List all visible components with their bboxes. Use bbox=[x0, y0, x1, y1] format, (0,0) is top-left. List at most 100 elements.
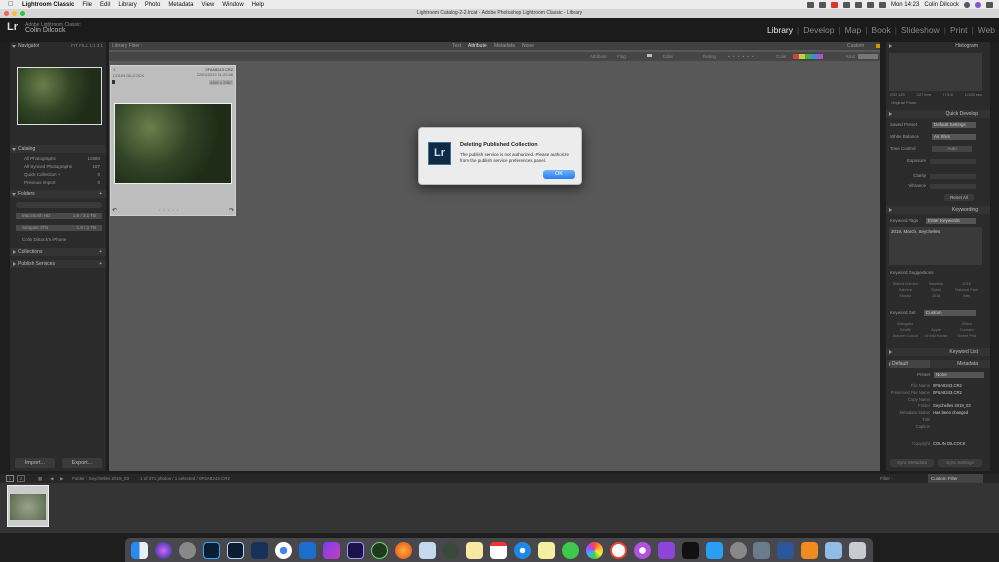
apple-icon[interactable]:  bbox=[8, 1, 16, 9]
filter-tab-text[interactable]: Text bbox=[452, 42, 461, 50]
module-develop[interactable]: Develop bbox=[803, 25, 834, 35]
menu-metadata[interactable]: Metadata bbox=[168, 2, 193, 8]
keyword-set-item[interactable]: Autumn Colour bbox=[890, 334, 921, 338]
zoom-fit[interactable]: FIT bbox=[71, 43, 78, 48]
filter-tab-attribute[interactable]: Attribute bbox=[468, 42, 487, 50]
menu-help[interactable]: Help bbox=[252, 2, 264, 8]
add-folder-icon[interactable]: + bbox=[99, 190, 102, 198]
word-icon[interactable] bbox=[777, 541, 795, 559]
filter-tab-metadata[interactable]: Metadata bbox=[494, 42, 515, 50]
grid-toggle-icon[interactable]: ▦ bbox=[38, 474, 42, 483]
rotate-right-icon[interactable]: ↷ bbox=[229, 207, 234, 214]
module-web[interactable]: Web bbox=[978, 25, 995, 35]
status-icon[interactable] bbox=[842, 1, 850, 8]
zoom-options[interactable]: FIT FILL 1:1 3:1 bbox=[71, 42, 103, 50]
keyword-set-item[interactable]: Mangaler bbox=[890, 322, 921, 326]
clock[interactable]: Mon 14:23 bbox=[891, 2, 919, 8]
keyword-suggestion[interactable]: 2018 bbox=[951, 282, 982, 286]
ok-button[interactable]: OK bbox=[543, 170, 575, 179]
image-capture-icon[interactable] bbox=[753, 541, 771, 559]
time-machine-icon[interactable] bbox=[442, 541, 460, 559]
news-icon[interactable] bbox=[609, 541, 627, 559]
keyword-set-item[interactable]: Zebra bbox=[951, 322, 982, 326]
user-name[interactable]: Colin Dilcock bbox=[924, 2, 959, 8]
filmstrip-thumbnail[interactable] bbox=[7, 485, 49, 527]
itunes-icon[interactable] bbox=[633, 541, 651, 559]
color-label-swatches[interactable] bbox=[793, 54, 823, 59]
histogram-header[interactable]: Histogram bbox=[886, 42, 990, 50]
catalog-header[interactable]: Catalog bbox=[10, 145, 106, 153]
zoom-fill[interactable]: FILL bbox=[79, 43, 88, 48]
reset-all-button[interactable]: Reset All bbox=[944, 194, 974, 201]
filmstrip[interactable] bbox=[0, 483, 999, 533]
zoom-3-1[interactable]: 3:1 bbox=[97, 43, 103, 48]
metadata-header[interactable]: Default Metadata bbox=[886, 360, 990, 368]
spotlight-icon[interactable] bbox=[964, 1, 970, 8]
downloads-icon[interactable] bbox=[825, 541, 843, 559]
rotate-left-icon[interactable]: ↶ bbox=[112, 207, 117, 214]
keyword-suggestion[interactable]: 2018 bbox=[921, 294, 952, 298]
folder-search[interactable] bbox=[16, 202, 102, 208]
keyword-set-item[interactable] bbox=[921, 322, 952, 326]
thumbnail-image[interactable] bbox=[114, 103, 232, 184]
keyword-suggestion[interactable]: Walled Garden bbox=[890, 282, 921, 286]
catalog-item[interactable]: All Synced Photographs 107 bbox=[24, 164, 102, 170]
close-icon[interactable] bbox=[4, 11, 9, 16]
keyword-set-select[interactable]: Custom bbox=[924, 310, 976, 316]
keyword-set-item[interactable]: Orchard bbox=[951, 328, 982, 332]
collections-header[interactable]: Collections + bbox=[10, 248, 106, 256]
flag-icon[interactable] bbox=[647, 54, 652, 57]
filter-select[interactable]: Custom Filter bbox=[928, 474, 983, 483]
status-icon[interactable] bbox=[830, 1, 838, 8]
keyword-tags-field[interactable]: 2019, March, Seychelles bbox=[889, 227, 982, 265]
metadata-preset-select[interactable]: None bbox=[934, 372, 984, 378]
navigator-header[interactable]: Navigator FIT FILL 1:1 3:1 bbox=[10, 42, 106, 50]
safari-technology-icon[interactable] bbox=[298, 541, 316, 559]
keyword-suggestion[interactable]: Sabrina bbox=[890, 288, 921, 292]
podcasts-icon[interactable] bbox=[657, 541, 675, 559]
menu-photo[interactable]: Photo bbox=[145, 2, 161, 8]
publish-services-header[interactable]: Publish Services + bbox=[10, 260, 106, 268]
lightroom-icon[interactable] bbox=[227, 541, 245, 559]
catalog-item[interactable]: Quick Collection + 0 bbox=[24, 172, 102, 178]
stickies-icon[interactable] bbox=[538, 541, 556, 559]
module-book[interactable]: Book bbox=[871, 25, 890, 35]
import-button[interactable]: Import... bbox=[15, 458, 55, 468]
menu-edit[interactable]: Edit bbox=[100, 2, 110, 8]
forward-icon[interactable]: ▶ bbox=[60, 474, 63, 483]
rating-stars[interactable]: • • • • • • bbox=[728, 52, 755, 61]
siri-icon[interactable] bbox=[975, 1, 981, 8]
auto-tone-button[interactable]: Auto bbox=[932, 146, 972, 152]
siri-icon[interactable] bbox=[155, 541, 173, 559]
page-2-button[interactable]: 2 bbox=[17, 475, 25, 482]
module-library[interactable]: Library bbox=[767, 25, 793, 35]
system-preferences-icon[interactable] bbox=[729, 541, 747, 559]
chrome-icon[interactable] bbox=[274, 541, 292, 559]
trash-icon[interactable] bbox=[849, 541, 867, 559]
dragon-icon[interactable] bbox=[370, 541, 388, 559]
module-slideshow[interactable]: Slideshow bbox=[901, 25, 940, 35]
keyword-set-item[interactable]: Apple bbox=[921, 328, 952, 332]
calendar-icon[interactable] bbox=[490, 541, 508, 559]
metadata-view-select[interactable]: Default bbox=[890, 360, 930, 368]
sync-metadata-button[interactable]: Sync Metadata bbox=[890, 459, 934, 467]
photoshop-icon[interactable] bbox=[203, 541, 221, 559]
filmstrip-path[interactable]: Folder : Seychelles 2019_03 bbox=[72, 474, 129, 483]
thumbnail-cell[interactable]: 1 0F6A8243.CR2 COLIN DILCOCK 22/03/2019 … bbox=[110, 65, 236, 216]
folders-header[interactable]: Folders + bbox=[10, 190, 106, 198]
volume-row[interactable]: Macintosh HD 1.6 / 3.1 TB bbox=[16, 213, 102, 219]
battery-icon[interactable] bbox=[878, 1, 886, 8]
keyword-suggestion[interactable]: Spain bbox=[921, 288, 952, 292]
keywording-header[interactable]: Keywording bbox=[886, 206, 990, 214]
filter-preset[interactable]: Custom bbox=[847, 42, 864, 50]
notes-icon[interactable] bbox=[466, 541, 484, 559]
white-balance-select[interactable]: As Shot bbox=[932, 134, 976, 140]
menu-library[interactable]: Library bbox=[118, 2, 136, 8]
volume-icon[interactable] bbox=[866, 1, 874, 8]
keyword-set-item[interactable]: Giraffe bbox=[890, 328, 921, 332]
firefox-icon[interactable] bbox=[394, 541, 412, 559]
keyword-suggestion[interactable]: Etosha bbox=[890, 294, 921, 298]
keyword-suggestion[interactable]: National Park bbox=[951, 288, 982, 292]
catalog-item[interactable]: Previous Import 0 bbox=[24, 180, 102, 186]
safari-icon[interactable] bbox=[514, 541, 532, 559]
